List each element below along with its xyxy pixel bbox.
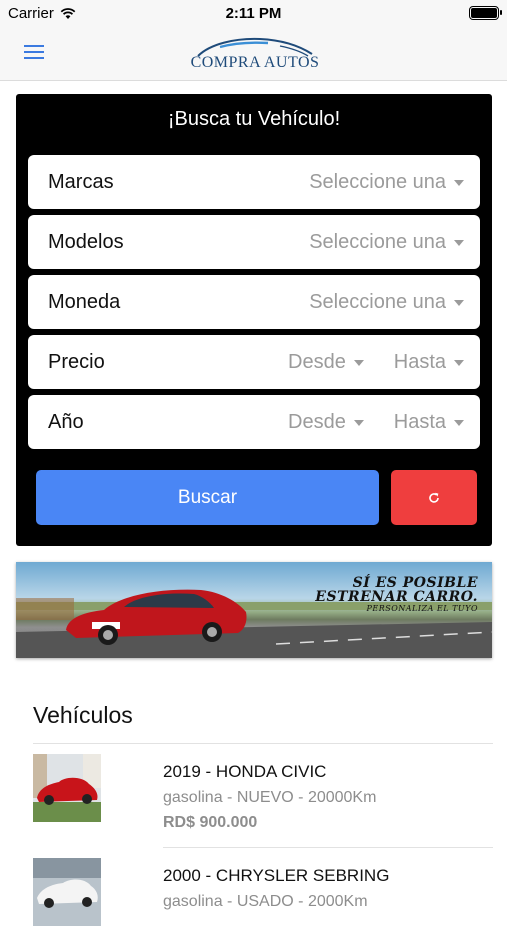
search-panel: ¡Busca tu Vehículo! Marcas Seleccione un… [16,94,492,546]
vehicle-details: gasolina - USADO - 2000Km [163,893,368,910]
caret-down-icon [454,419,464,426]
vehicle-thumbnail [33,754,101,822]
vehicle-price: RD$ 900.000 [163,814,258,831]
caret-down-icon [454,299,464,306]
vehicle-thumbnail [33,858,101,926]
caret-down-icon [353,419,364,426]
marcas-field: Marcas Seleccione una [28,155,480,209]
banner-line-2: ESTRENAR CARRO. [315,589,478,605]
banner-tagline: SÍ ES POSIBLE ESTRENAR CARRO. PERSONALIZ… [315,576,478,614]
anio-hasta-value: Hasta [393,411,446,433]
logo-text: COMPRA AUTOS [190,54,320,71]
nav-bar: COMPRA AUTOS [0,28,507,81]
buscar-button[interactable]: Buscar [36,470,379,525]
logo: COMPRA AUTOS [190,32,320,76]
vehicles-section-title: Vehículos [33,702,133,728]
white-car-photo [33,858,101,926]
precio-desde-value: Desde [288,351,346,373]
marcas-label: Marcas [48,171,114,193]
vehicle-list-item[interactable]: 2019 - HONDA CIVIC gasolina - NUEVO - 20… [33,744,493,848]
marcas-select[interactable]: Seleccione una [309,171,464,194]
vehicle-list-item[interactable]: 2000 - CHRYSLER SEBRING gasolina - USADO… [33,848,493,952]
caret-down-icon [454,179,464,186]
caret-down-icon [454,239,464,246]
anio-desde-select[interactable]: Desde [288,411,364,434]
marcas-select-value: Seleccione una [309,171,446,193]
clock: 2:11 PM [225,5,282,22]
red-car-photo [33,754,101,822]
precio-field: Precio Desde Hasta [28,335,480,389]
search-title: ¡Busca tu Vehículo! [167,108,341,130]
caret-down-icon [454,359,464,366]
moneda-select[interactable]: Seleccione una [309,291,464,314]
reset-button[interactable] [391,470,477,525]
banner-line-3: PERSONALIZA EL TUYO [366,604,478,613]
modelos-select[interactable]: Seleccione una [309,231,464,254]
vehicle-title: 2019 - HONDA CIVIC [163,762,327,781]
caret-down-icon [353,359,364,366]
modelos-select-value: Seleccione una [309,231,446,253]
moneda-select-value: Seleccione una [309,291,446,313]
anio-label: Año [48,411,84,433]
status-bar: Carrier 2:11 PM [0,0,507,28]
modelos-field: Modelos Seleccione una [28,215,480,269]
vehicle-details: gasolina - NUEVO - 20000Km [163,789,377,806]
modelos-label: Modelos [48,231,124,253]
promo-banner[interactable]: SÍ ES POSIBLE ESTRENAR CARRO. PERSONALIZ… [16,562,492,658]
anio-hasta-select[interactable]: Hasta [394,411,464,434]
vehicle-title: 2000 - CHRYSLER SEBRING [163,866,390,885]
hamburger-menu-icon[interactable] [24,42,46,62]
anio-desde-value: Desde [288,411,346,433]
moneda-label: Moneda [48,291,121,313]
precio-hasta-select[interactable]: Hasta [394,351,464,374]
banner-line-1: SÍ ES POSIBLE [352,575,478,591]
precio-label: Precio [48,351,105,373]
precio-desde-select[interactable]: Desde [288,351,364,374]
moneda-field: Moneda Seleccione una [28,275,480,329]
refresh-icon [429,492,439,503]
battery-icon [469,6,502,20]
precio-hasta-value: Hasta [393,351,446,373]
anio-field: Año Desde Hasta [28,395,480,449]
